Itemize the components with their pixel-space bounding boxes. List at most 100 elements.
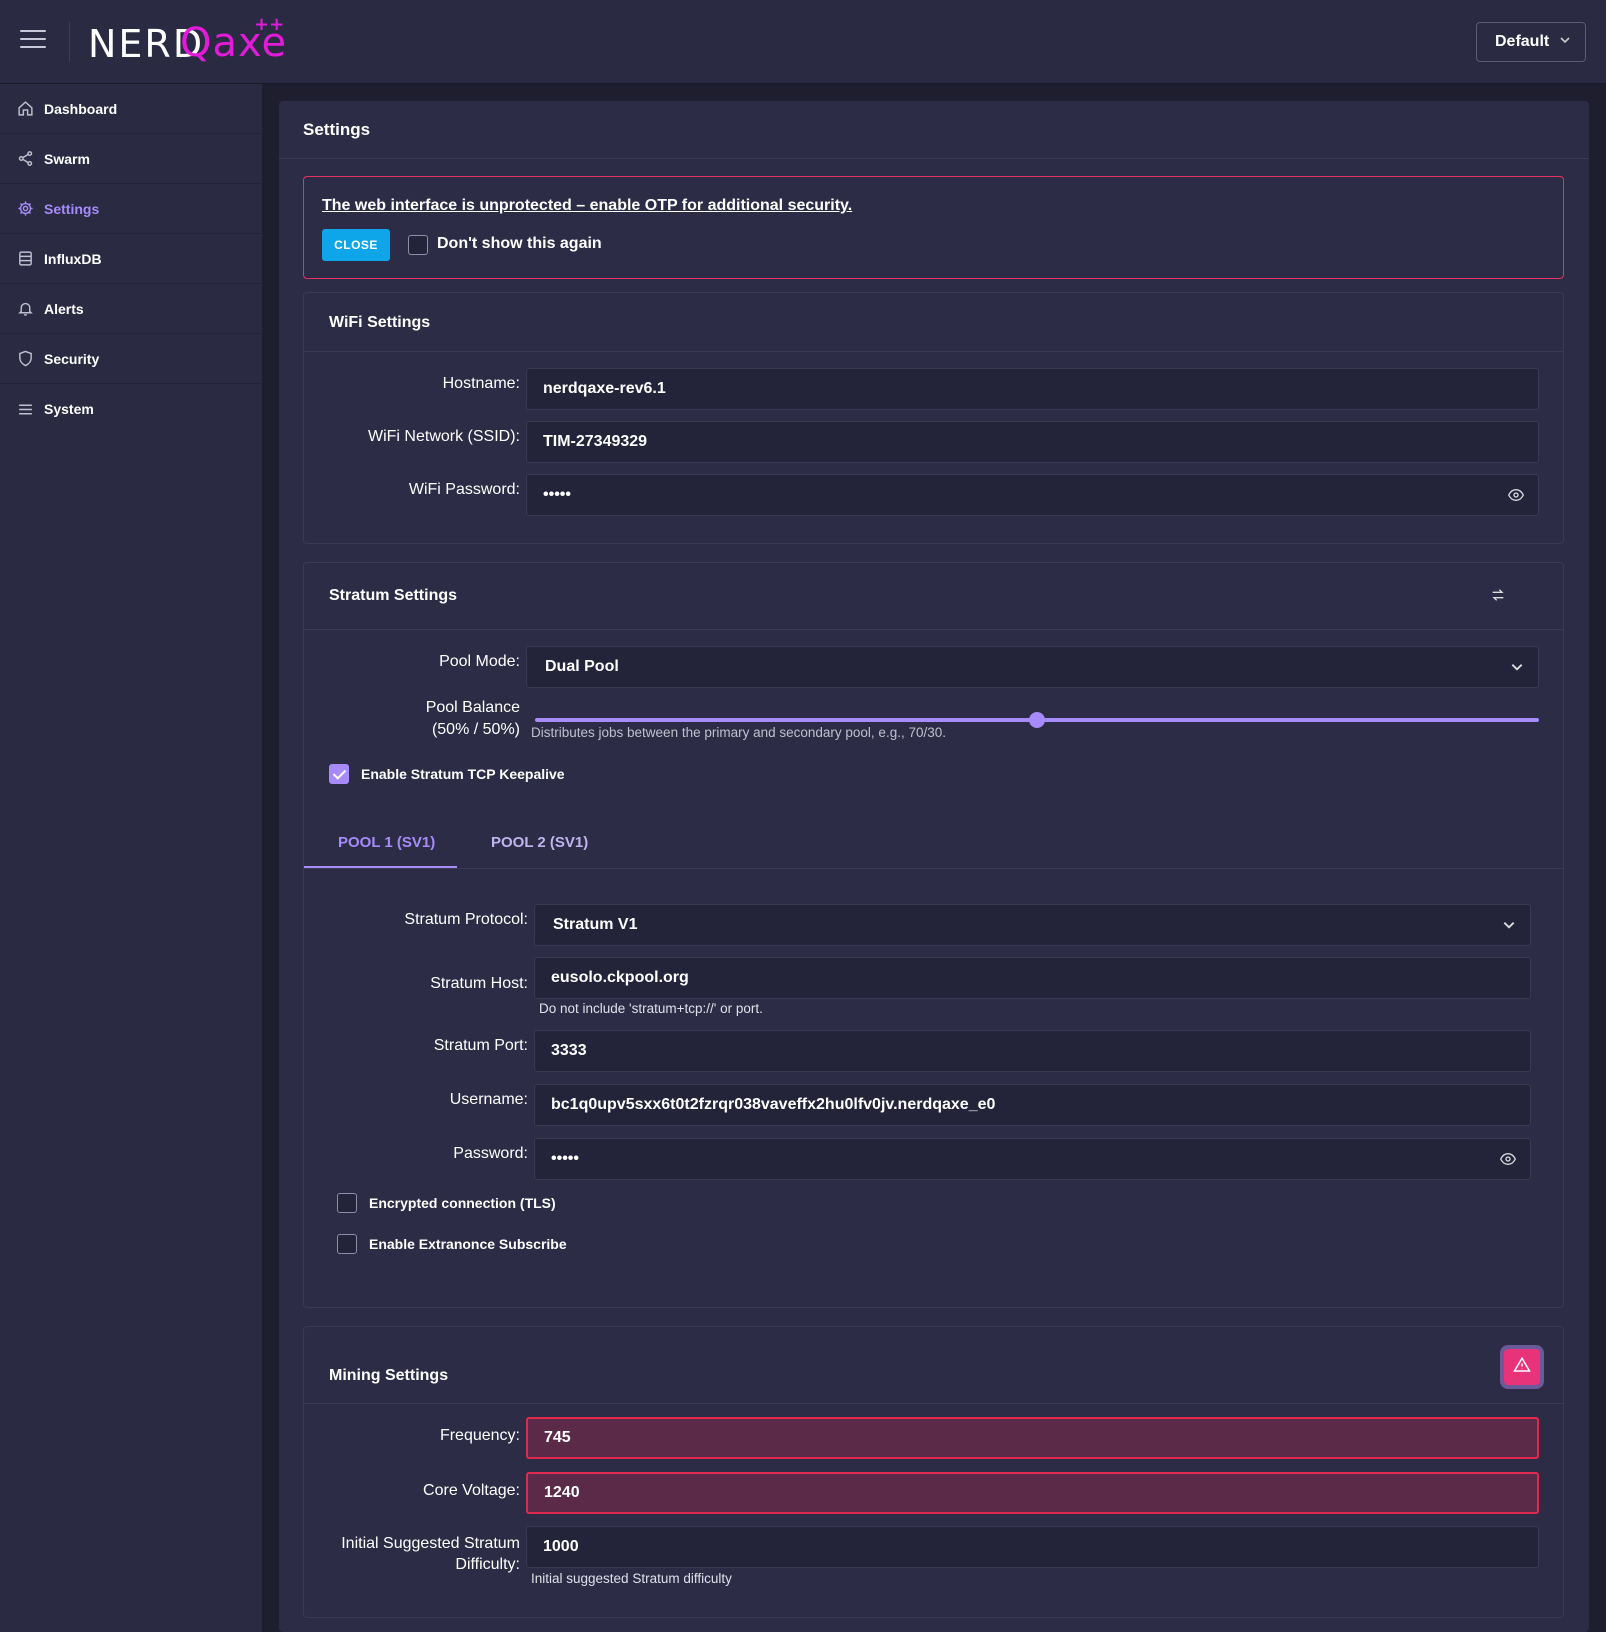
pool-balance-hint: Distributes jobs between the primary and… [531, 725, 946, 740]
ssid-input[interactable]: TIM-27349329 [526, 421, 1539, 463]
theme-select-value: Default [1495, 33, 1550, 50]
difficulty-label-line1: Initial Suggested Stratum [341, 1535, 520, 1552]
pool-balance-slider-thumb[interactable] [1029, 712, 1045, 728]
page-title: Settings [303, 120, 371, 139]
stratum-host-label: Stratum Host: [430, 975, 528, 992]
tab-pool-1[interactable]: POOL 1 (SV1) [338, 834, 435, 851]
pool-mode-value: Dual Pool [545, 658, 619, 675]
wifi-password-input[interactable]: ••••• [526, 474, 1539, 516]
frequency-input[interactable]: 745 [526, 1417, 1539, 1459]
sidebar-item-label: Settings [44, 200, 100, 217]
wifi-password-value: ••••• [543, 486, 572, 503]
keepalive-checkbox[interactable] [329, 764, 349, 784]
pool-mode-select[interactable]: Dual Pool [526, 646, 1539, 688]
dont-show-again-checkbox[interactable] [408, 235, 428, 255]
stratum-host-input[interactable]: eusolo.ckpool.org [534, 957, 1531, 999]
sidebar-item-label: System [44, 401, 94, 417]
sidebar-item-swarm[interactable]: Swarm [0, 134, 262, 184]
frequency-label: Frequency: [439, 1427, 520, 1444]
alert-message-link[interactable]: The web interface is unprotected – enabl… [322, 197, 852, 215]
swap-icon[interactable] [1490, 587, 1506, 608]
stratum-port-label: Stratum Port: [433, 1037, 528, 1054]
menu-toggle-button[interactable] [20, 30, 46, 52]
sidebar-item-dashboard[interactable]: Dashboard [0, 84, 262, 134]
stratum-password-label: Password: [453, 1145, 528, 1162]
difficulty-input[interactable]: 1000 [526, 1526, 1539, 1568]
sidebar-item-alerts[interactable]: Alerts [0, 284, 262, 334]
core-voltage-input[interactable]: 1240 [526, 1472, 1539, 1514]
stratum-host-value: eusolo.ckpool.org [551, 969, 689, 986]
ssid-label: WiFi Network (SSID): [368, 428, 520, 445]
stratum-port-value: 3333 [551, 1042, 587, 1059]
warning-icon [1513, 1356, 1531, 1379]
home-icon [16, 100, 34, 118]
tls-checkbox[interactable] [337, 1193, 357, 1213]
extranonce-label[interactable]: Enable Extranonce Subscribe [369, 1236, 567, 1252]
chevron-down-icon [1510, 660, 1524, 679]
eye-icon[interactable] [1499, 1151, 1517, 1172]
share-icon [16, 150, 34, 168]
dont-show-again-label[interactable]: Don't show this again [437, 235, 602, 253]
mining-settings-panel: Mining Settings Frequency: 745 Core Volt… [303, 1326, 1564, 1618]
core-voltage-value: 1240 [544, 1484, 580, 1501]
warning-button[interactable] [1500, 1345, 1544, 1389]
stratum-password-input[interactable]: ••••• [534, 1138, 1531, 1180]
sidebar: Dashboard Swarm Settings InfluxDB Alerts… [0, 84, 262, 1632]
username-label: Username: [449, 1091, 528, 1108]
sidebar-item-security[interactable]: Security [0, 334, 262, 384]
pool-balance-label: Pool Balance [425, 699, 520, 716]
theme-select[interactable]: Default [1476, 22, 1586, 62]
sidebar-item-settings[interactable]: Settings [0, 184, 262, 234]
wifi-settings-panel: WiFi Settings Hostname: nerdqaxe-rev6.1 … [303, 292, 1564, 544]
difficulty-label-line2: Difficulty: [455, 1556, 520, 1573]
close-button[interactable]: CLOSE [322, 229, 390, 261]
logo-text-plusplus: ++ [254, 14, 285, 35]
username-value: bc1q0upv5sxx6t0t2fzrqr038vaveffx2hu0lfv0… [551, 1096, 996, 1113]
stratum-settings-title: Stratum Settings [329, 587, 458, 604]
chevron-down-icon [1559, 34, 1571, 49]
database-icon [16, 250, 34, 268]
top-bar: NERD Qaxe ++ Default [0, 0, 1606, 84]
sidebar-item-system[interactable]: System [0, 384, 262, 434]
wifi-password-label: WiFi Password: [408, 481, 520, 498]
stratum-password-value: ••••• [551, 1150, 580, 1167]
panel-divider [304, 629, 1563, 630]
stratum-host-hint: Do not include 'stratum+tcp://' or port. [539, 1001, 763, 1016]
gear-icon [16, 200, 34, 218]
stratum-protocol-select[interactable]: Stratum V1 [534, 904, 1531, 946]
eye-icon[interactable] [1507, 487, 1525, 508]
keepalive-label[interactable]: Enable Stratum TCP Keepalive [361, 766, 565, 782]
hostname-input[interactable]: nerdqaxe-rev6.1 [526, 368, 1539, 410]
chevron-down-icon [1502, 918, 1516, 937]
stratum-protocol-value: Stratum V1 [553, 916, 638, 933]
frequency-value: 745 [544, 1429, 571, 1446]
sidebar-item-influxdb[interactable]: InfluxDB [0, 234, 262, 284]
pool-mode-label: Pool Mode: [439, 653, 520, 670]
stratum-protocol-label: Stratum Protocol: [404, 911, 528, 928]
security-alert: The web interface is unprotected – enabl… [303, 176, 1564, 279]
core-voltage-label: Core Voltage: [423, 1482, 520, 1499]
difficulty-value: 1000 [543, 1538, 579, 1555]
tls-label[interactable]: Encrypted connection (TLS) [369, 1195, 556, 1211]
sidebar-item-label: InfluxDB [44, 250, 102, 267]
list-icon [16, 400, 34, 418]
panel-divider [304, 1403, 1563, 1404]
bell-icon [16, 300, 34, 318]
ssid-value: TIM-27349329 [543, 433, 648, 450]
sidebar-item-label: Security [44, 350, 100, 367]
hostname-value: nerdqaxe-rev6.1 [543, 380, 666, 397]
hamburger-icon [20, 30, 46, 32]
shield-icon [16, 350, 34, 368]
header-divider [69, 22, 70, 62]
sidebar-item-label: Dashboard [44, 100, 118, 117]
tabs-divider [304, 868, 1563, 869]
tab-pool-2[interactable]: POOL 2 (SV1) [491, 834, 588, 851]
wifi-settings-title: WiFi Settings [329, 314, 431, 331]
extranonce-checkbox[interactable] [337, 1234, 357, 1254]
hostname-label: Hostname: [442, 375, 520, 392]
stratum-settings-panel: Stratum Settings Pool Mode: Dual Pool Po… [303, 562, 1564, 1308]
pool-balance-value: (50% / 50%) [431, 721, 520, 738]
username-input[interactable]: bc1q0upv5sxx6t0t2fzrqr038vaveffx2hu0lfv0… [534, 1084, 1531, 1126]
stratum-port-input[interactable]: 3333 [534, 1030, 1531, 1072]
mining-settings-title: Mining Settings [329, 1367, 449, 1384]
